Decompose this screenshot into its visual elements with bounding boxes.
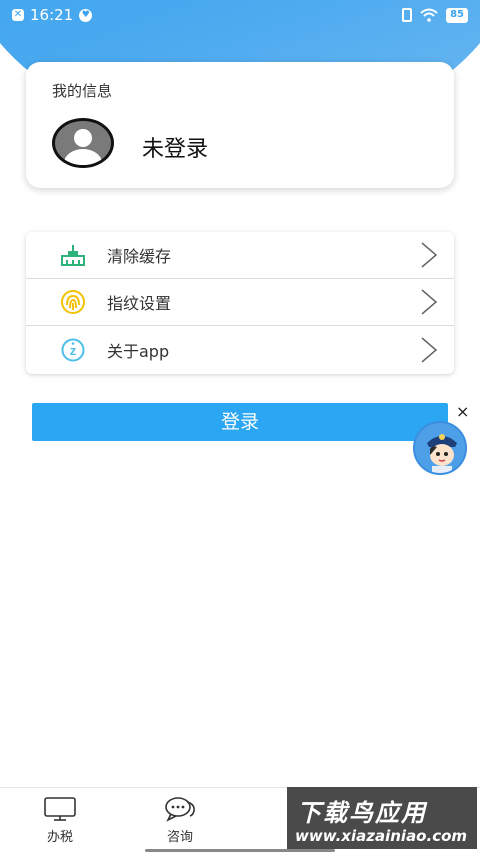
login-button[interactable]: 登录	[32, 403, 448, 441]
menu-item-label: 关于app	[107, 341, 170, 361]
watermark-url: www.xiazainiao.com	[295, 827, 468, 845]
menu-item-label: 清除缓存	[107, 247, 172, 266]
menu-item-fingerprint[interactable]: 指纹设置	[26, 279, 454, 326]
nav-item-label: 办税	[46, 830, 73, 845]
chevron-right-icon	[421, 289, 438, 315]
battery-indicator: 85	[446, 7, 468, 23]
menu-item-clear-cache[interactable]: 清除缓存	[26, 232, 454, 279]
settings-menu: 清除缓存 指纹设置 z 关于app	[26, 232, 454, 374]
nav-item-label: 咨询	[166, 830, 193, 845]
profile-section-title: 我的信息	[52, 82, 113, 100]
fingerprint-icon	[61, 290, 85, 314]
status-time: 16:21	[30, 6, 74, 24]
chevron-right-icon	[421, 242, 438, 268]
avatar[interactable]	[52, 118, 114, 168]
gesture-bar	[145, 849, 335, 852]
about-icon: z	[61, 338, 85, 361]
broom-icon	[61, 245, 85, 266]
watermark-title: 下载鸟应用	[297, 799, 427, 827]
watermark: 下载鸟应用 www.xiazainiao.com	[287, 787, 477, 849]
login-status: 未登录	[142, 137, 209, 162]
nav-item-tax[interactable]: 办税	[30, 796, 90, 845]
chevron-right-icon	[421, 336, 438, 363]
notification-x-icon: ✕	[12, 9, 24, 21]
menu-item-label: 指纹设置	[107, 294, 172, 313]
close-icon[interactable]: ×	[456, 404, 470, 420]
monitor-icon	[44, 797, 76, 821]
profile-card[interactable]: 我的信息 未登录	[26, 62, 454, 188]
notification-heart-icon: ♥	[79, 8, 93, 22]
wifi-icon	[420, 8, 438, 22]
nav-item-consult[interactable]: 咨询	[150, 796, 210, 845]
assistant-avatar-icon[interactable]	[413, 421, 467, 475]
svg-text:z: z	[70, 343, 77, 358]
status-bar: ✕ 16:21 ♥ 85	[0, 0, 480, 30]
vibrate-icon	[402, 8, 413, 22]
menu-item-about[interactable]: z 关于app	[26, 326, 454, 373]
chat-icon	[165, 797, 195, 822]
